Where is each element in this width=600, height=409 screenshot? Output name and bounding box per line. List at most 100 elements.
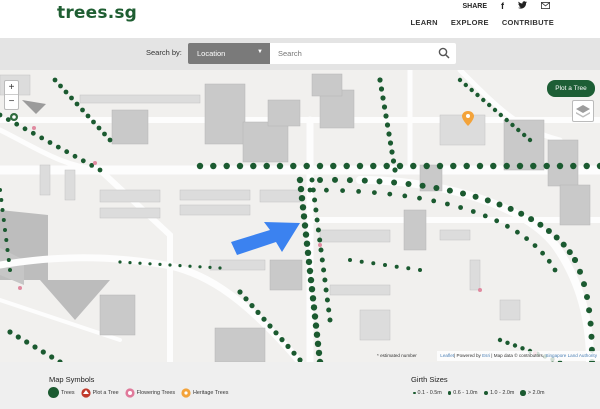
tree-dot[interactable] [507,205,514,212]
tree-dot[interactable] [577,268,583,275]
tree-dot[interactable] [304,249,312,256]
tree-dot[interactable] [490,162,497,170]
tree-dot[interactable] [302,231,310,238]
tree-dot[interactable] [250,162,257,170]
tree-dot[interactable] [1,218,6,222]
tree-dot[interactable] [560,241,567,248]
tree-dot[interactable] [39,135,45,141]
tree-dot[interactable] [359,259,364,264]
tree-dot[interactable] [196,162,204,170]
tree-dot[interactable] [487,102,492,108]
leaflet-link[interactable]: Leaflet [440,353,454,358]
tree-dot[interactable] [3,228,7,232]
tree-dot[interactable] [188,264,192,268]
tree-dot[interactable] [307,276,315,284]
tree-dot[interactable] [309,295,317,302]
map-canvas[interactable] [0,70,600,362]
tree-dot[interactable] [322,277,328,283]
tree-dot[interactable] [410,162,417,170]
tree-dot[interactable] [118,260,122,264]
tree-dot[interactable] [584,294,590,300]
tree-dot[interactable] [6,258,11,262]
tree-dot[interactable] [313,207,319,213]
tree-dot[interactable] [419,182,426,189]
tree-dot[interactable] [469,87,474,93]
tree-dot[interactable] [378,86,385,92]
tree-dot[interactable] [484,197,491,204]
layers-button[interactable] [572,100,594,122]
tree-dot[interactable] [376,178,383,185]
tree-dot[interactable] [313,331,321,338]
tree-dot[interactable] [74,101,80,107]
tree-dot[interactable] [158,262,162,266]
tree-dot[interactable] [298,195,306,202]
tree-dot[interactable] [316,162,324,170]
tree-dot[interactable] [377,77,383,83]
tree-dot[interactable] [290,162,297,170]
tree-dot[interactable] [314,217,320,223]
tree-dot[interactable] [32,344,38,350]
tree-dot[interactable] [581,281,587,288]
tree-dot[interactable] [317,177,323,183]
tree-dot[interactable] [496,201,503,208]
tree-dot[interactable] [72,153,78,159]
tree-dot[interactable] [80,158,86,164]
tree-dot[interactable] [402,193,408,199]
tree-dot[interactable] [30,130,36,136]
tree-dot[interactable] [7,329,13,335]
tree-dot[interactable] [208,265,212,269]
tree-dot[interactable] [323,287,329,293]
tree-dot[interactable] [291,350,297,356]
tree-dot[interactable] [572,257,578,263]
tree-dot[interactable] [279,337,285,343]
tree-dot[interactable] [315,227,321,233]
tree-dot[interactable] [503,162,510,170]
tree-dot[interactable] [372,190,377,195]
tree-dot[interactable] [5,248,10,252]
tree-dot[interactable] [463,162,470,170]
tree-dot[interactable] [392,167,398,173]
tree-dot[interactable] [330,162,337,170]
tree-dot[interactable] [498,112,503,118]
tree-dot[interactable] [102,131,107,137]
tree-dot[interactable] [566,249,573,256]
tree-dot[interactable] [218,266,222,270]
tree-dot[interactable] [494,218,500,224]
tree-dot[interactable] [497,337,503,343]
tree-dot[interactable] [505,340,510,345]
tree-dot[interactable] [524,236,529,242]
tree-dot[interactable] [198,265,202,269]
tree-dot[interactable] [405,181,412,187]
tree-dot[interactable] [64,149,70,155]
tree-dot[interactable] [267,323,273,329]
tree-dot[interactable] [52,77,58,83]
tree-dot[interactable] [516,127,521,133]
tree-dot[interactable] [445,201,450,207]
facebook-icon[interactable]: f [501,1,504,11]
tree-dot[interactable] [515,229,520,235]
mail-icon[interactable] [541,1,550,11]
tree-dot[interactable] [527,137,533,143]
tree-dot[interactable] [91,119,96,125]
tree-dot[interactable] [457,77,463,83]
tree-dot[interactable] [528,216,535,223]
tree-dot[interactable] [15,334,21,340]
tree-map[interactable]: + − Plot a Tree * estimated number Leafl… [0,70,600,362]
tree-dot[interactable] [475,92,480,98]
tree-dot[interactable] [520,346,525,351]
tree-dot[interactable] [470,209,476,214]
tree-dot[interactable] [236,162,244,170]
tree-dot[interactable] [396,162,404,170]
tree-dot[interactable] [263,162,270,170]
tree-dot[interactable] [326,307,332,313]
tree-dot[interactable] [315,349,323,357]
tree-dot[interactable] [261,316,267,322]
tree-dot[interactable] [310,304,318,311]
tree-dot[interactable] [273,330,279,336]
tree-dot[interactable] [321,267,327,273]
tree-dot[interactable] [303,162,310,170]
tree-dot[interactable] [391,179,398,186]
tree-dot[interactable] [383,113,389,119]
tree-dot[interactable] [552,267,558,273]
tree-dot[interactable] [371,261,376,266]
